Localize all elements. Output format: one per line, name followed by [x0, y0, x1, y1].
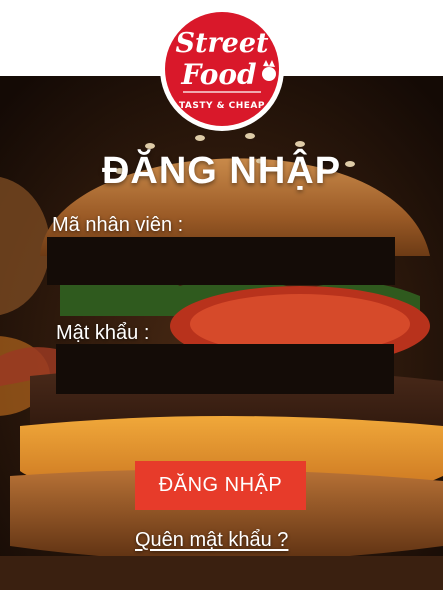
password-label: Mật khẩu : — [56, 322, 150, 344]
logo-line-2: Food — [180, 58, 256, 91]
login-button[interactable]: ĐĂNG NHẬP — [135, 461, 306, 510]
forgot-password-link[interactable]: Quên mật khẩu ? — [135, 529, 288, 552]
password-input[interactable] — [56, 344, 394, 394]
page-title: ĐĂNG NHẬP — [101, 150, 342, 192]
employee-id-label: Mã nhân viên : — [52, 214, 184, 236]
employee-id-input[interactable] — [47, 237, 395, 285]
street-food-logo: Street Food TASTY & CHEAP — [145, 4, 299, 134]
logo-line-1: Street — [175, 28, 269, 59]
logo-tagline: TASTY & CHEAP — [179, 101, 265, 111]
